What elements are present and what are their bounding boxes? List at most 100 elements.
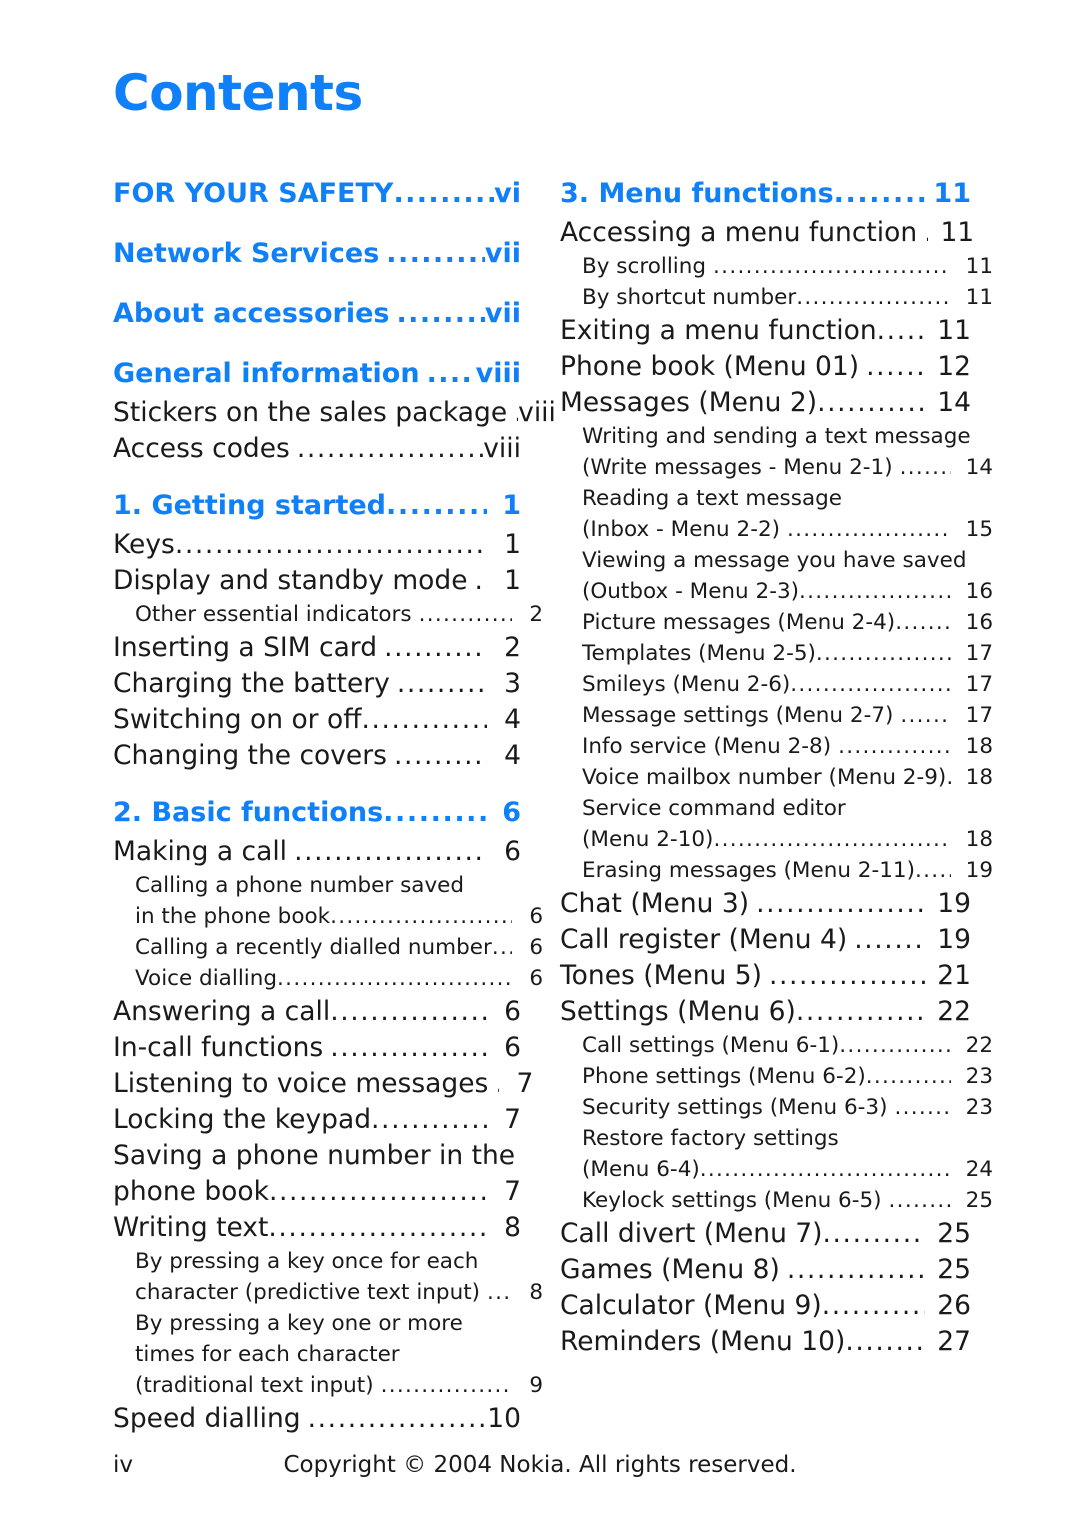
toc-entry[interactable]: Phone book (Menu 01) 12 [560,349,971,385]
toc-entry[interactable]: Message settings (Menu 2-7) 17 [560,700,993,731]
toc-entry[interactable]: Calculator (Menu 9) 26 [560,1288,971,1324]
toc-entry[interactable]: Chat (Menu 3) 19 [560,886,971,922]
toc-entry[interactable]: Switching on or off 4 [113,702,521,738]
toc-entry[interactable]: By shortcut number 11 [560,282,993,313]
toc-entry[interactable]: Access codes viii [113,431,521,467]
toc-entry[interactable]: By pressing a key once for each character… [113,1246,543,1308]
toc-entry[interactable]: General information viii [113,352,521,395]
toc-entry[interactable]: Other essential indicators 2 [113,599,543,630]
toc-entry-wrapped-line: Saving a phone number in the [113,1140,516,1171]
toc-entry-label: phone book [113,1176,269,1207]
toc-entry-row: Tones (Menu 5) 21 [560,958,971,994]
toc-entry[interactable]: Games (Menu 8) 25 [560,1252,971,1288]
toc-dot-leader [175,527,487,563]
toc-entry[interactable]: Phone settings (Menu 6-2) 23 [560,1061,993,1092]
toc-entry-label: Keylock settings (Menu 6-5) [582,1188,882,1213]
toc-entry-row: 3. Menu functions 11 [560,172,971,215]
toc-entry[interactable]: Viewing a message you have saved (Outbox … [560,545,993,607]
toc-entry-label: Tones (Menu 5) [560,960,762,991]
toc-dot-leader [787,514,951,545]
toc-entry[interactable]: Messages (Menu 2) 14 [560,385,971,421]
toc-entry[interactable]: Call settings (Menu 6-1) 22 [560,1030,993,1061]
toc-entry-row: Messages (Menu 2) 14 [560,385,971,421]
toc-entry[interactable]: 1. Getting started 1 [113,484,521,527]
toc-entry[interactable]: Calling a phone number saved in the phone… [113,870,543,932]
toc-entry[interactable]: Call register (Menu 4) 19 [560,922,971,958]
toc-entry-page-number: 16 [965,579,993,604]
toc-left-column: FOR YOUR SAFETYvi Network Servicesvii Abou… [113,172,556,1437]
toc-entry[interactable]: Voice dialling 6 [113,963,543,994]
toc-entry[interactable]: Stickers on the sales package viii [113,395,556,431]
toc-entry-label: Call divert (Menu 7) [560,1218,823,1249]
toc-entry[interactable]: Service command editor (Menu 2-10) 18 [560,793,993,855]
toc-entry[interactable]: Saving a phone number in the phone book 7 [113,1138,521,1210]
toc-entry[interactable]: Tones (Menu 5) 21 [560,958,971,994]
toc-entry-page-number: 19 [965,858,993,883]
toc-entry[interactable]: By pressing a key one or more times for e… [113,1308,543,1401]
toc-entry-row: About accessories vii [113,292,521,335]
toc-entry-row: Answering a call 6 [113,994,521,1030]
toc-entry-page-number: 6 [504,996,521,1027]
toc-entry-row: Writing text 8 [113,1210,521,1246]
toc-entry-page-number: 14 [965,455,993,480]
page-title: Contents [113,64,363,122]
toc-entry[interactable]: Locking the keypad 7 [113,1102,521,1138]
toc-entry[interactable]: Erasing messages (Menu 2-11) 19 [560,855,993,886]
toc-entry[interactable]: Display and standby mode 1 [113,563,521,599]
toc-entry[interactable]: FOR YOUR SAFETY vi [113,172,521,215]
toc-entry[interactable]: Speed dialling 10 [113,1401,521,1437]
toc-entry-row: Games (Menu 8) 25 [560,1252,971,1288]
toc-entry-label: Call settings (Menu 6-1) [582,1033,840,1058]
toc-entry[interactable]: Keys 1 [113,527,521,563]
toc-entry[interactable]: Listening to voice messages 7 [113,1066,533,1102]
toc-entry-page-number: 11 [965,254,993,279]
toc-entry[interactable]: Call divert (Menu 7) 25 [560,1216,971,1252]
toc-entry[interactable]: Info service (Menu 2-8) 18 [560,731,993,762]
toc-entry[interactable]: In-call functions 6 [113,1030,521,1066]
toc-entry-label: Smileys (Menu 2-6) [582,672,791,697]
toc-entry[interactable]: Calling a recently dialled number 6 [113,932,543,963]
toc-entry[interactable]: Changing the covers 4 [113,738,521,774]
toc-entry-label: (Menu 6-4) [582,1157,700,1182]
toc-entry[interactable]: About accessories vii [113,292,521,335]
toc-entry-row: Switching on or off 4 [113,702,521,738]
toc-entry[interactable]: Making a call 6 [113,834,521,870]
toc-entry[interactable]: Writing and sending a text message (Write… [560,421,993,483]
toc-entry[interactable]: Charging the battery 3 [113,666,521,702]
toc-entry[interactable]: Restore factory settings (Menu 6-4) 24 [560,1123,993,1185]
toc-entry-row: Display and standby mode 1 [113,563,521,599]
toc-entry-label: Listening to voice messages [113,1068,489,1099]
toc-entry[interactable]: Exiting a menu function 11 [560,313,971,349]
toc-entry[interactable]: Smileys (Menu 2-6) 17 [560,669,993,700]
toc-entry-label: Speed dialling [113,1403,301,1434]
toc-entry[interactable]: Writing text 8 [113,1210,521,1246]
toc-dot-leader [838,731,951,762]
toc-entry[interactable]: 2. Basic functions 6 [113,791,521,834]
toc-entry-wrapped-line: Viewing a message you have saved [582,548,967,573]
toc-entry[interactable]: Inserting a SIM card 2 [113,630,521,666]
toc-entry[interactable]: Voice mailbox number (Menu 2-9) 18 [560,762,993,793]
toc-entry[interactable]: Picture messages (Menu 2-4) 16 [560,607,993,638]
toc-entry[interactable]: Reading a text message (Inbox - Menu 2-2)… [560,483,993,545]
toc-entry[interactable]: Reminders (Menu 10) 27 [560,1324,971,1360]
toc-entry[interactable]: Network Services vii [113,232,521,275]
toc-dot-leader [386,484,487,527]
toc-entry-row: in the phone book 6 [135,901,543,932]
toc-entry[interactable]: Security settings (Menu 6-3) 23 [560,1092,993,1123]
toc-entry-label: Calculator (Menu 9) [560,1290,822,1321]
toc-entry[interactable]: 3. Menu functions 11 [560,172,971,215]
toc-entry-row: Phone book (Menu 01) 12 [560,349,971,385]
toc-entry[interactable]: Settings (Menu 6) 22 [560,994,971,1030]
toc-entry-row: phone book 7 [113,1174,521,1210]
toc-entry-label: Inserting a SIM card [113,632,378,663]
toc-entry[interactable]: Keylock settings (Menu 6-5) 25 [560,1185,993,1216]
toc-entry[interactable]: Templates (Menu 2-5) 17 [560,638,993,669]
toc-entry[interactable]: By scrolling 11 [560,251,993,282]
toc-entry-label: Exiting a menu function [560,315,877,346]
toc-entry-page-number: 2 [504,632,521,663]
toc-entry[interactable]: Answering a call 6 [113,994,521,1030]
toc-entry[interactable]: Accessing a menu function 11 [560,215,974,251]
toc-dot-leader [877,313,925,349]
toc-entry-page-number: 27 [937,1326,971,1357]
toc-entry-page-number: 6 [529,904,543,929]
